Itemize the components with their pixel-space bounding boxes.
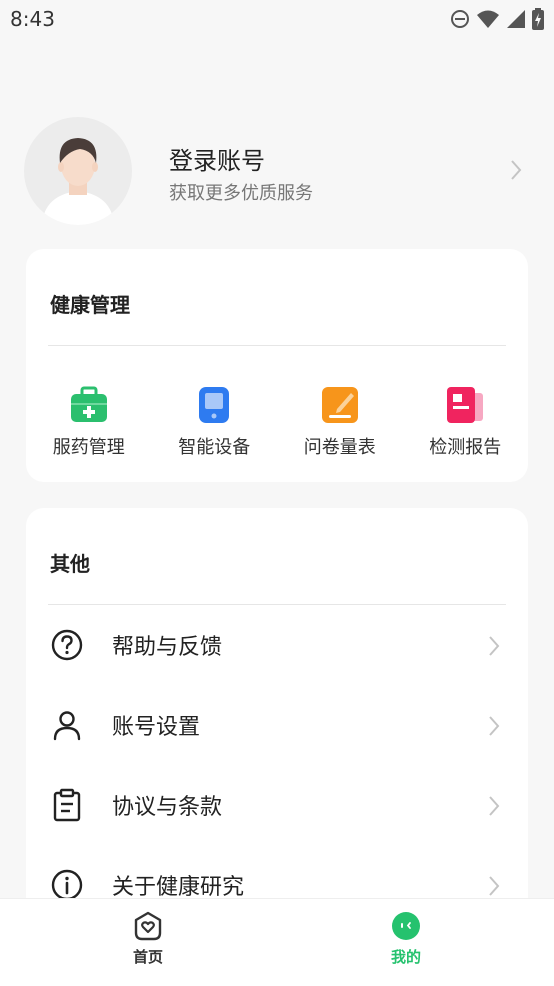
tab-home[interactable]: 首页: [88, 911, 208, 967]
battery-icon: [532, 8, 544, 30]
questionnaire-button[interactable]: 问卷量表: [277, 385, 403, 459]
medication-management-button[interactable]: 服药管理: [26, 385, 152, 459]
chevron-right-icon: [489, 636, 500, 656]
about-health-research-label: 关于健康研究: [112, 875, 245, 900]
terms-agreement-label: 协议与条款: [112, 795, 223, 820]
help-feedback-row[interactable]: 帮助与反馈: [26, 605, 528, 685]
login-entry[interactable]: 登录账号 获取更多优质服务: [24, 117, 530, 225]
chevron-right-icon: [489, 876, 500, 896]
clipboard-icon: [53, 788, 81, 822]
report-icon: [447, 387, 484, 423]
medicine-kit-icon: [70, 386, 107, 422]
tab-mine[interactable]: 我的: [346, 911, 466, 967]
person-icon: [53, 711, 81, 741]
tab-home-label: 首页: [132, 948, 163, 966]
avatar: [24, 117, 132, 225]
divider: [48, 345, 506, 346]
mine-face-icon: [392, 912, 420, 940]
test-report-label: 检测报告: [429, 437, 502, 458]
do-not-disturb-icon: [451, 10, 469, 28]
chevron-right-icon: [511, 160, 522, 180]
questionnaire-icon: [321, 387, 358, 423]
questionnaire-label: 问卷量表: [303, 437, 376, 458]
smart-device-button[interactable]: 智能设备: [152, 385, 278, 459]
login-subtitle: 获取更多优质服务: [169, 183, 313, 204]
medication-management-label: 服药管理: [52, 437, 125, 458]
home-heart-icon: [134, 911, 162, 941]
info-icon: [51, 869, 83, 901]
status-icons: [450, 8, 544, 30]
smart-device-icon: [199, 387, 230, 423]
tab-mine-label: 我的: [390, 948, 421, 966]
help-feedback-label: 帮助与反馈: [112, 635, 223, 660]
signal-icon: [507, 10, 525, 28]
health-section-title: 健康管理: [50, 293, 130, 317]
test-report-button[interactable]: 检测报告: [403, 385, 529, 459]
default-avatar-icon: [42, 138, 114, 225]
help-icon: [51, 629, 83, 661]
terms-agreement-row[interactable]: 协议与条款: [26, 765, 528, 845]
account-settings-label: 账号设置: [112, 715, 201, 740]
other-card: 其他 帮助与反馈 账号设置 协议与条款 关于健康研究: [26, 508, 528, 928]
login-title: 登录账号: [169, 147, 265, 175]
other-section-title: 其他: [50, 552, 90, 576]
health-management-card: 健康管理 服药管理 智能设备 问卷量表 检测报告: [26, 249, 528, 482]
smart-device-label: 智能设备: [178, 437, 251, 458]
wifi-icon: [477, 10, 499, 28]
chevron-right-icon: [489, 796, 500, 816]
other-list: 帮助与反馈 账号设置 协议与条款 关于健康研究: [26, 605, 528, 925]
bottom-tab-bar: 首页 我的: [0, 898, 554, 986]
account-settings-row[interactable]: 账号设置: [26, 685, 528, 765]
health-grid: 服药管理 智能设备 问卷量表 检测报告: [26, 385, 528, 459]
status-time: 8:43: [10, 7, 55, 31]
status-bar: 8:43: [0, 0, 554, 38]
chevron-right-icon: [489, 716, 500, 736]
